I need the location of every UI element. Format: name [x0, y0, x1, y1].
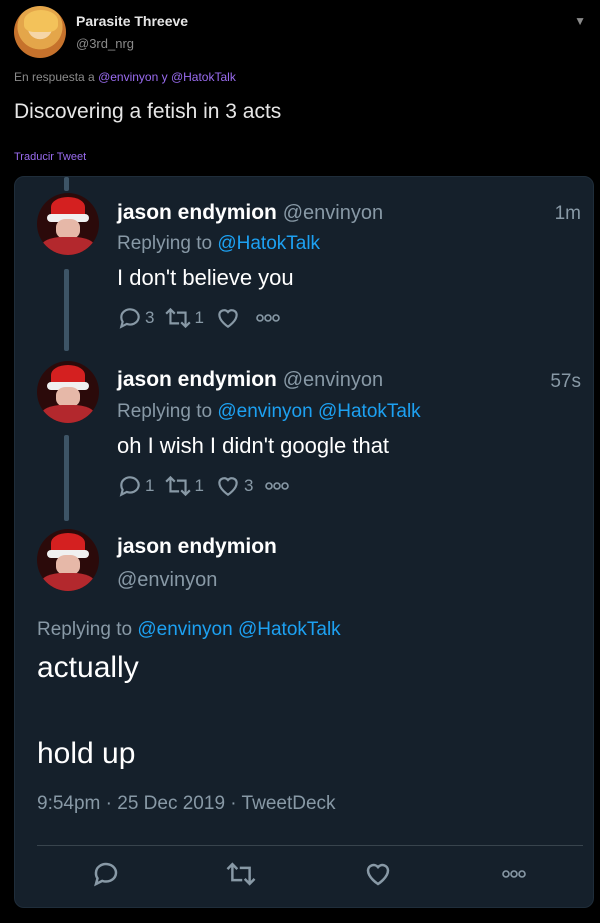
like-button[interactable]: [214, 305, 244, 331]
author-handle: @envinyon: [282, 369, 384, 391]
heart-icon: [218, 309, 238, 328]
more-button[interactable]: [499, 867, 529, 886]
like-button[interactable]: 3: [214, 473, 253, 499]
reply-button[interactable]: 1: [117, 473, 154, 499]
thread-line: [64, 177, 69, 191]
like-button[interactable]: [363, 859, 393, 894]
divider: [37, 845, 583, 846]
tweet-actions: 3 1: [117, 305, 292, 331]
tweet-meta: 9:54pm · 25 Dec 2019 · TweetDeck: [37, 793, 336, 814]
more-icon: [502, 870, 526, 878]
tweet-body: I don't believe you: [117, 265, 294, 290]
embedded-image-card[interactable]: jason endymion @envinyon 1m Replying to …: [14, 176, 594, 908]
tweet-text: Discovering a fetish in 3 acts: [14, 100, 282, 123]
tweet-header: Parasite Threeve @3rd_nrg ▼: [14, 6, 586, 60]
more-button[interactable]: [263, 479, 291, 493]
retweet-icon: [226, 862, 256, 886]
retweet-button[interactable]: 1: [164, 305, 204, 331]
retweet-icon: [165, 475, 192, 497]
more-icon: [256, 314, 280, 322]
reply-button[interactable]: 3: [117, 305, 154, 331]
santa-hat: [47, 197, 89, 222]
thread-line: [64, 269, 69, 351]
replying-to: Replying to @HatokTalk: [117, 233, 321, 254]
reply-icon: [119, 476, 140, 497]
reply-count: 3: [145, 308, 155, 327]
reply-icon: [94, 862, 118, 887]
author-name[interactable]: jason endymion: [117, 535, 277, 559]
timestamp[interactable]: 1m: [555, 203, 581, 225]
reply-count: 1: [145, 476, 155, 495]
avatar[interactable]: [14, 6, 66, 58]
like-count: 3: [243, 476, 254, 495]
display-name[interactable]: Parasite Threeve: [76, 13, 188, 29]
retweet-button[interactable]: [225, 859, 257, 894]
replying-to-link[interactable]: @envinyon @HatokTalk: [137, 619, 340, 640]
author-name[interactable]: jason endymion @envinyon: [117, 368, 383, 392]
heart-icon: [366, 863, 390, 886]
retweet-icon: [165, 307, 192, 329]
avatar[interactable]: [37, 361, 99, 423]
translate-link[interactable]: Traducir Tweet: [14, 151, 86, 163]
author-handle[interactable]: @envinyon: [117, 569, 217, 592]
avatar[interactable]: [37, 193, 99, 255]
reply-users-link[interactable]: @envinyon y @HatokTalk: [98, 70, 236, 84]
retweet-count: 1: [194, 476, 204, 495]
replying-to: Replying to @envinyon @HatokTalk: [117, 401, 421, 422]
reply-prefix: En respuesta a: [14, 70, 95, 84]
retweet-button[interactable]: 1: [164, 473, 204, 499]
thread-line: [64, 435, 69, 521]
timestamp[interactable]: 57s: [550, 371, 581, 393]
tweet-body-line: hold up: [37, 737, 136, 770]
user-handle[interactable]: @3rd_nrg: [76, 36, 134, 51]
author-handle: @envinyon: [282, 202, 384, 224]
tweet-body: oh I wish I didn't google that: [117, 433, 390, 458]
author-name[interactable]: jason endymion @envinyon: [117, 201, 383, 225]
reply-button[interactable]: [91, 859, 121, 894]
more-button[interactable]: [254, 311, 282, 325]
chevron-down-icon[interactable]: ▼: [574, 14, 586, 28]
reply-icon: [119, 308, 140, 329]
tweet-body-line: actually: [37, 651, 139, 684]
avatar[interactable]: [37, 529, 99, 591]
santa-hat: [47, 533, 89, 558]
more-icon: [265, 482, 290, 490]
replying-to-link[interactable]: @HatokTalk: [217, 233, 320, 254]
santa-hat: [47, 365, 89, 390]
replying-to-link[interactable]: @envinyon @HatokTalk: [217, 401, 420, 422]
tweet-actions: 1 1 3: [117, 473, 301, 499]
reply-context: En respuesta a @envinyon y @HatokTalk: [14, 70, 236, 84]
heart-icon: [218, 477, 238, 496]
replying-to: Replying to @envinyon @HatokTalk: [37, 619, 341, 640]
action-bar: [15, 859, 593, 899]
retweet-count: 1: [194, 308, 204, 327]
